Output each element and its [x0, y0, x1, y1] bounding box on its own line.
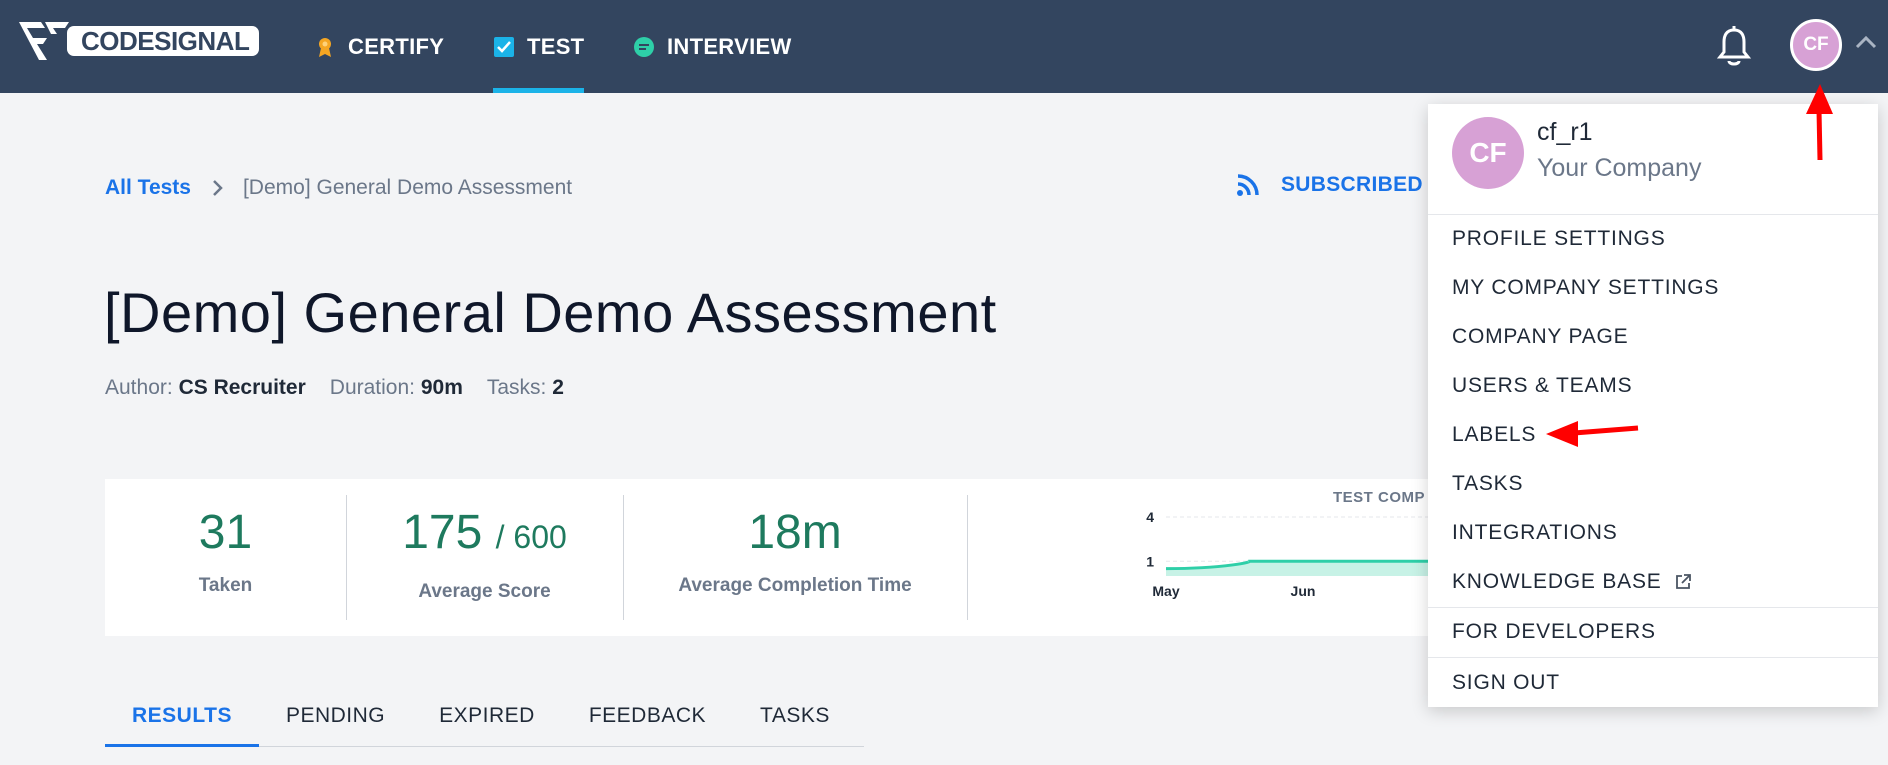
tab-feedback[interactable]: FEEDBACK	[562, 692, 733, 747]
menu-item-tasks[interactable]: TASKS	[1452, 472, 1523, 496]
meta-tasks: Tasks: 2	[486, 376, 564, 399]
chart-y-tick: 4	[1146, 509, 1154, 525]
bell-icon[interactable]	[1716, 24, 1752, 68]
stat-time-value: 18m	[748, 506, 842, 559]
nav-certify[interactable]: CERTIFY	[314, 0, 444, 93]
dropdown-avatar: CF	[1452, 117, 1524, 189]
menu-item-knowledge-base-label: KNOWLEDGE BASE	[1452, 570, 1662, 593]
external-link-icon	[1675, 574, 1691, 589]
divider	[1428, 657, 1878, 658]
stat-taken-label: Taken	[198, 575, 253, 596]
chart-x-tick: Jun	[1291, 583, 1316, 599]
chevron-up-icon[interactable]	[1854, 34, 1878, 50]
user-avatar[interactable]: CF	[1790, 19, 1842, 71]
nav-interview[interactable]: INTERVIEW	[633, 0, 792, 93]
menu-item-integrations[interactable]: INTEGRATIONS	[1452, 521, 1618, 545]
chat-icon	[634, 36, 654, 57]
tab-expired[interactable]: EXPIRED	[412, 692, 562, 747]
meta-author: Author: CS Recruiter	[105, 376, 306, 399]
results-tabs: RESULTS PENDING EXPIRED FEEDBACK TASKS	[105, 692, 864, 747]
breadcrumb-all-tests[interactable]: All Tests	[105, 176, 191, 200]
meta-duration: Duration: 90m	[329, 376, 463, 399]
dropdown-company: Your Company	[1537, 154, 1702, 182]
annotation-arrow-left	[1546, 421, 1639, 447]
medal-icon	[319, 37, 331, 57]
nav-certify-label: CERTIFY	[348, 33, 445, 59]
menu-item-knowledge-base[interactable]: KNOWLEDGE BASE	[1452, 570, 1692, 594]
chart-title: TEST COMP	[1333, 489, 1426, 506]
codesignal-mark-icon	[19, 22, 69, 60]
rss-icon	[1237, 174, 1259, 196]
tab-tasks[interactable]: TASKS	[733, 692, 857, 747]
breadcrumb-current: [Demo] General Demo Assessment	[242, 176, 573, 199]
subscribe-label: SUBSCRIBED	[1281, 173, 1423, 196]
tab-results[interactable]: RESULTS	[105, 692, 259, 747]
logo-text: CODESIGNAL	[67, 26, 260, 56]
stat-taken: 31 Taken	[105, 479, 346, 636]
divider	[967, 495, 968, 620]
chevron-right-icon	[213, 180, 223, 196]
stat-score-max: / 600	[495, 519, 567, 555]
dropdown-username: cf_r1	[1537, 118, 1593, 146]
top-nav: CODESIGNAL CERTIFY TEST INTERVIEW CF	[0, 0, 1888, 93]
menu-item-users-teams[interactable]: USERS & TEAMS	[1452, 374, 1632, 398]
nav-test[interactable]: TEST	[493, 0, 585, 93]
stat-score: 175 / 600 Average Score	[346, 479, 623, 636]
nav-test-label: TEST	[527, 33, 585, 59]
chart-area	[1166, 561, 1435, 576]
menu-item-my-company-settings[interactable]: MY COMPANY SETTINGS	[1452, 276, 1719, 300]
completion-chart: 41MayJunJul	[1146, 509, 1435, 599]
test-meta: Author: CS Recruiter Duration: 90m Tasks…	[105, 376, 564, 400]
stats-card: 31 Taken 175 / 600 Average Score 18m Ave…	[105, 479, 1435, 636]
annotation-arrow-up	[1806, 84, 1833, 161]
menu-item-sign-out[interactable]: SIGN OUT	[1452, 671, 1560, 695]
subscribe-button[interactable]: SUBSCRIBED	[1235, 172, 1423, 198]
chart-x-tick: May	[1152, 583, 1179, 599]
stat-taken-value: 31	[198, 506, 253, 559]
divider	[1428, 607, 1878, 608]
stat-score-value: 175 / 600	[402, 506, 567, 559]
menu-item-company-page[interactable]: COMPANY PAGE	[1452, 325, 1628, 349]
breadcrumb: All Tests [Demo] General Demo Assessment	[105, 176, 572, 200]
checkbox-icon	[494, 36, 514, 57]
stat-time: 18m Average Completion Time	[623, 479, 967, 636]
menu-item-labels[interactable]: LABELS	[1452, 423, 1536, 447]
stat-time-label: Average Completion Time	[678, 575, 912, 596]
chart-y-tick: 1	[1146, 553, 1154, 569]
stat-score-label: Average Score	[418, 581, 551, 602]
nav-interview-label: INTERVIEW	[667, 33, 792, 59]
codesignal-logo[interactable]: CODESIGNAL	[17, 18, 260, 64]
tab-pending[interactable]: PENDING	[259, 692, 412, 747]
user-dropdown-menu: CF cf_r1 Your Company PROFILE SETTINGS M…	[1428, 104, 1878, 707]
menu-item-for-developers[interactable]: FOR DEVELOPERS	[1452, 620, 1656, 644]
menu-item-profile-settings[interactable]: PROFILE SETTINGS	[1452, 227, 1666, 251]
page-title: [Demo] General Demo Assessment	[104, 281, 997, 344]
